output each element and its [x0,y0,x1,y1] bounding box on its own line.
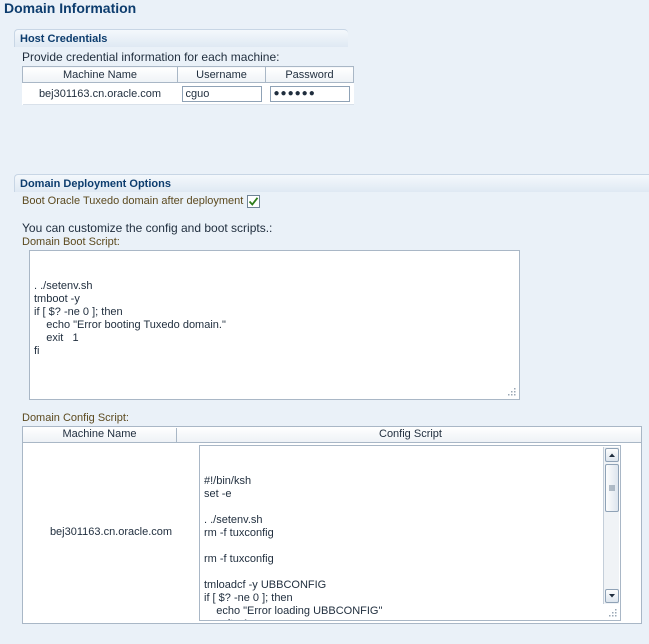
deployment-options-header: Domain Deployment Options [14,174,649,192]
resize-grip-icon[interactable] [607,607,617,617]
host-credentials-title: Host Credentials [20,33,108,45]
grip-lines-icon [609,485,615,491]
password-input[interactable]: ●●●●●● [269,85,350,102]
credentials-instruction: Provide credential information for each … [22,50,280,64]
config-script-text: #!/bin/ksh set -e . ./setenv.sh rm -f tu… [204,475,383,620]
column-header-config-machine-name: Machine Name [23,428,177,443]
chevron-up-icon [609,453,615,457]
column-header-password: Password [265,66,354,83]
page-title: Domain Information [4,0,137,16]
config-script-scrollbar[interactable] [603,447,619,604]
table-row: bej301163.cn.oracle.com cguo ●●●●●● [22,82,354,105]
boot-after-deployment-checkbox[interactable] [247,195,260,208]
credentials-table: Machine Name Username Password bej301163… [22,66,354,105]
column-header-config-script: Config Script [379,428,442,440]
checkmark-icon [248,197,259,206]
boot-script-textarea[interactable]: . ./setenv.sh tmboot -y if [ $? -ne 0 ];… [29,250,520,400]
machine-name-cell: bej301163.cn.oracle.com [22,82,178,105]
config-script-textarea[interactable]: #!/bin/ksh set -e . ./setenv.sh rm -f tu… [199,445,621,621]
config-script-table: Machine Name Config Script bej301163.cn.… [22,426,642,624]
chevron-down-icon [609,594,615,598]
config-script-label: Domain Config Script: [22,412,129,424]
host-credentials-header: Host Credentials [14,29,348,47]
scroll-down-button[interactable] [605,589,619,603]
config-table-header: Machine Name Config Script [23,427,641,443]
scroll-thumb[interactable] [605,464,619,512]
boot-script-text: . ./setenv.sh tmboot -y if [ $? -ne 0 ];… [34,280,226,357]
boot-after-deployment-label: Boot Oracle Tuxedo domain after deployme… [22,195,244,207]
resize-grip-icon[interactable] [506,386,516,396]
deployment-options-title: Domain Deployment Options [20,178,171,190]
column-header-username: Username [177,66,266,83]
column-header-machine-name: Machine Name [22,66,178,83]
boot-script-label: Domain Boot Script: [22,236,120,248]
config-machine-name-cell: bej301163.cn.oracle.com [49,526,173,538]
username-input[interactable]: cguo [181,85,262,102]
scroll-up-button[interactable] [605,448,619,462]
customize-scripts-text: You can customize the config and boot sc… [22,221,273,235]
